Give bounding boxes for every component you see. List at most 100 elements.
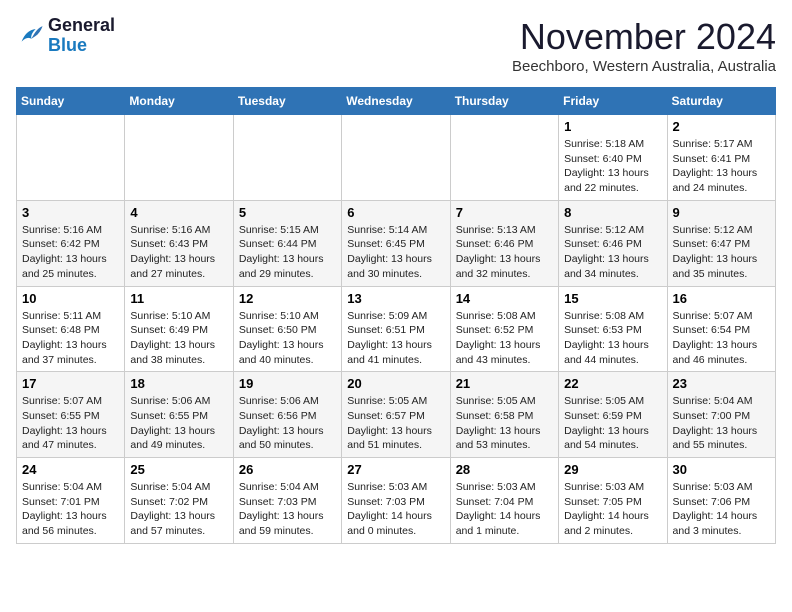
calendar-cell: 21 Sunrise: 5:05 AMSunset: 6:58 PMDayligh… — [450, 372, 558, 458]
day-info: Sunrise: 5:05 AMSunset: 6:58 PMDaylight:… — [456, 394, 553, 453]
header-saturday: Saturday — [667, 88, 775, 115]
day-number: 14 — [456, 291, 553, 306]
day-number: 13 — [347, 291, 444, 306]
calendar-cell: 10 Sunrise: 5:11 AMSunset: 6:48 PMDayligh… — [17, 286, 125, 372]
calendar-header-row: SundayMondayTuesdayWednesdayThursdayFrid… — [17, 88, 776, 115]
day-number: 17 — [22, 376, 119, 391]
calendar-cell: 6Sunrise: 5:14 AMSunset: 6:45 PMDaylight… — [342, 200, 450, 286]
calendar-cell — [17, 115, 125, 201]
calendar-cell: 27Sunrise: 5:03 AMSunset: 7:03 PMDayligh… — [342, 458, 450, 544]
calendar-cell: 19Sunrise: 5:06 AMSunset: 6:56 PMDayligh… — [233, 372, 341, 458]
day-number: 3 — [22, 205, 119, 220]
day-info: Sunrise: 5:03 AMSunset: 7:06 PMDaylight:… — [673, 480, 770, 539]
day-info: Sunrise: 5:10 AMSunset: 6:49 PMDaylight:… — [130, 309, 227, 368]
header-tuesday: Tuesday — [233, 88, 341, 115]
calendar-cell: 12 Sunrise: 5:10 AMSunset: 6:50 PMDayligh… — [233, 286, 341, 372]
day-info: Sunrise: 5:08 AMSunset: 6:53 PMDaylight:… — [564, 309, 661, 368]
day-info: Sunrise: 5:07 AMSunset: 6:55 PMDaylight:… — [22, 394, 119, 453]
calendar-cell: 14 Sunrise: 5:08 AMSunset: 6:52 PMDayligh… — [450, 286, 558, 372]
week-row-2: 3Sunrise: 5:16 AMSunset: 6:42 PMDaylight… — [17, 200, 776, 286]
day-number: 25 — [130, 462, 227, 477]
calendar-cell: 16 Sunrise: 5:07 AMSunset: 6:54 PMDayligh… — [667, 286, 775, 372]
day-info: Sunrise: 5:06 AMSunset: 6:55 PMDaylight:… — [130, 394, 227, 453]
header-friday: Friday — [559, 88, 667, 115]
day-number: 8 — [564, 205, 661, 220]
day-number: 1 — [564, 119, 661, 134]
day-info: Sunrise: 5:16 AMSunset: 6:43 PMDaylight:… — [130, 223, 227, 282]
day-number: 9 — [673, 205, 770, 220]
day-info: Sunrise: 5:18 AMSunset: 6:40 PMDaylight:… — [564, 137, 661, 196]
day-number: 21 — [456, 376, 553, 391]
day-info: Sunrise: 5:03 AMSunset: 7:03 PMDaylight:… — [347, 480, 444, 539]
logo-icon — [16, 22, 44, 50]
calendar-cell — [342, 115, 450, 201]
day-number: 5 — [239, 205, 336, 220]
calendar-table: SundayMondayTuesdayWednesdayThursdayFrid… — [16, 87, 776, 544]
day-info: Sunrise: 5:03 AMSunset: 7:04 PMDaylight:… — [456, 480, 553, 539]
calendar-cell: 5Sunrise: 5:15 AMSunset: 6:44 PMDaylight… — [233, 200, 341, 286]
calendar-cell: 22 Sunrise: 5:05 AMSunset: 6:59 PMDayligh… — [559, 372, 667, 458]
week-row-5: 24 Sunrise: 5:04 AMSunset: 7:01 PMDayligh… — [17, 458, 776, 544]
day-info: Sunrise: 5:10 AMSunset: 6:50 PMDaylight:… — [239, 309, 336, 368]
day-info: Sunrise: 5:14 AMSunset: 6:45 PMDaylight:… — [347, 223, 444, 282]
day-number: 11 — [130, 291, 227, 306]
page-header: General Blue November 2024 Beechboro, We… — [16, 16, 776, 75]
calendar-cell: 25 Sunrise: 5:04 AMSunset: 7:02 PMDayligh… — [125, 458, 233, 544]
logo-text-line1: General — [48, 16, 115, 36]
day-number: 20 — [347, 376, 444, 391]
day-number: 2 — [673, 119, 770, 134]
header-sunday: Sunday — [17, 88, 125, 115]
calendar-cell: 3Sunrise: 5:16 AMSunset: 6:42 PMDaylight… — [17, 200, 125, 286]
day-info: Sunrise: 5:13 AMSunset: 6:46 PMDaylight:… — [456, 223, 553, 282]
day-number: 7 — [456, 205, 553, 220]
header-thursday: Thursday — [450, 88, 558, 115]
calendar-cell: 4 Sunrise: 5:16 AMSunset: 6:43 PMDaylight… — [125, 200, 233, 286]
day-info: Sunrise: 5:09 AMSunset: 6:51 PMDaylight:… — [347, 309, 444, 368]
calendar-cell: 1 Sunrise: 5:18 AMSunset: 6:40 PMDaylight… — [559, 115, 667, 201]
calendar-cell: 2 Sunrise: 5:17 AMSunset: 6:41 PMDaylight… — [667, 115, 775, 201]
day-info: Sunrise: 5:11 AMSunset: 6:48 PMDaylight:… — [22, 309, 119, 368]
calendar-cell — [125, 115, 233, 201]
day-info: Sunrise: 5:12 AMSunset: 6:47 PMDaylight:… — [673, 223, 770, 282]
calendar-cell — [450, 115, 558, 201]
day-number: 4 — [130, 205, 227, 220]
calendar-cell: 23Sunrise: 5:04 AMSunset: 7:00 PMDayligh… — [667, 372, 775, 458]
calendar-cell: 28 Sunrise: 5:03 AMSunset: 7:04 PMDayligh… — [450, 458, 558, 544]
calendar-cell: 30 Sunrise: 5:03 AMSunset: 7:06 PMDayligh… — [667, 458, 775, 544]
day-number: 30 — [673, 462, 770, 477]
calendar-cell: 15 Sunrise: 5:08 AMSunset: 6:53 PMDayligh… — [559, 286, 667, 372]
calendar-cell: 24 Sunrise: 5:04 AMSunset: 7:01 PMDayligh… — [17, 458, 125, 544]
day-number: 15 — [564, 291, 661, 306]
day-number: 22 — [564, 376, 661, 391]
calendar-cell — [233, 115, 341, 201]
location-subtitle: Beechboro, Western Australia, Australia — [512, 58, 776, 75]
calendar-cell: 11 Sunrise: 5:10 AMSunset: 6:49 PMDayligh… — [125, 286, 233, 372]
calendar-cell: 7 Sunrise: 5:13 AMSunset: 6:46 PMDaylight… — [450, 200, 558, 286]
day-number: 12 — [239, 291, 336, 306]
calendar-cell: 26Sunrise: 5:04 AMSunset: 7:03 PMDayligh… — [233, 458, 341, 544]
day-info: Sunrise: 5:05 AMSunset: 6:57 PMDaylight:… — [347, 394, 444, 453]
day-info: Sunrise: 5:04 AMSunset: 7:01 PMDaylight:… — [22, 480, 119, 539]
title-section: November 2024 Beechboro, Western Austral… — [512, 16, 776, 75]
day-number: 28 — [456, 462, 553, 477]
day-info: Sunrise: 5:03 AMSunset: 7:05 PMDaylight:… — [564, 480, 661, 539]
week-row-1: 1 Sunrise: 5:18 AMSunset: 6:40 PMDaylight… — [17, 115, 776, 201]
header-wednesday: Wednesday — [342, 88, 450, 115]
logo: General Blue — [16, 16, 115, 56]
calendar-cell: 20 Sunrise: 5:05 AMSunset: 6:57 PMDayligh… — [342, 372, 450, 458]
day-info: Sunrise: 5:17 AMSunset: 6:41 PMDaylight:… — [673, 137, 770, 196]
week-row-4: 17 Sunrise: 5:07 AMSunset: 6:55 PMDayligh… — [17, 372, 776, 458]
month-title: November 2024 — [512, 16, 776, 58]
day-info: Sunrise: 5:05 AMSunset: 6:59 PMDaylight:… — [564, 394, 661, 453]
day-number: 23 — [673, 376, 770, 391]
day-info: Sunrise: 5:08 AMSunset: 6:52 PMDaylight:… — [456, 309, 553, 368]
day-info: Sunrise: 5:04 AMSunset: 7:03 PMDaylight:… — [239, 480, 336, 539]
calendar-cell: 17 Sunrise: 5:07 AMSunset: 6:55 PMDayligh… — [17, 372, 125, 458]
calendar-cell: 9 Sunrise: 5:12 AMSunset: 6:47 PMDaylight… — [667, 200, 775, 286]
day-info: Sunrise: 5:07 AMSunset: 6:54 PMDaylight:… — [673, 309, 770, 368]
day-number: 16 — [673, 291, 770, 306]
logo-text-line2: Blue — [48, 36, 115, 56]
day-number: 24 — [22, 462, 119, 477]
day-info: Sunrise: 5:04 AMSunset: 7:02 PMDaylight:… — [130, 480, 227, 539]
day-number: 10 — [22, 291, 119, 306]
